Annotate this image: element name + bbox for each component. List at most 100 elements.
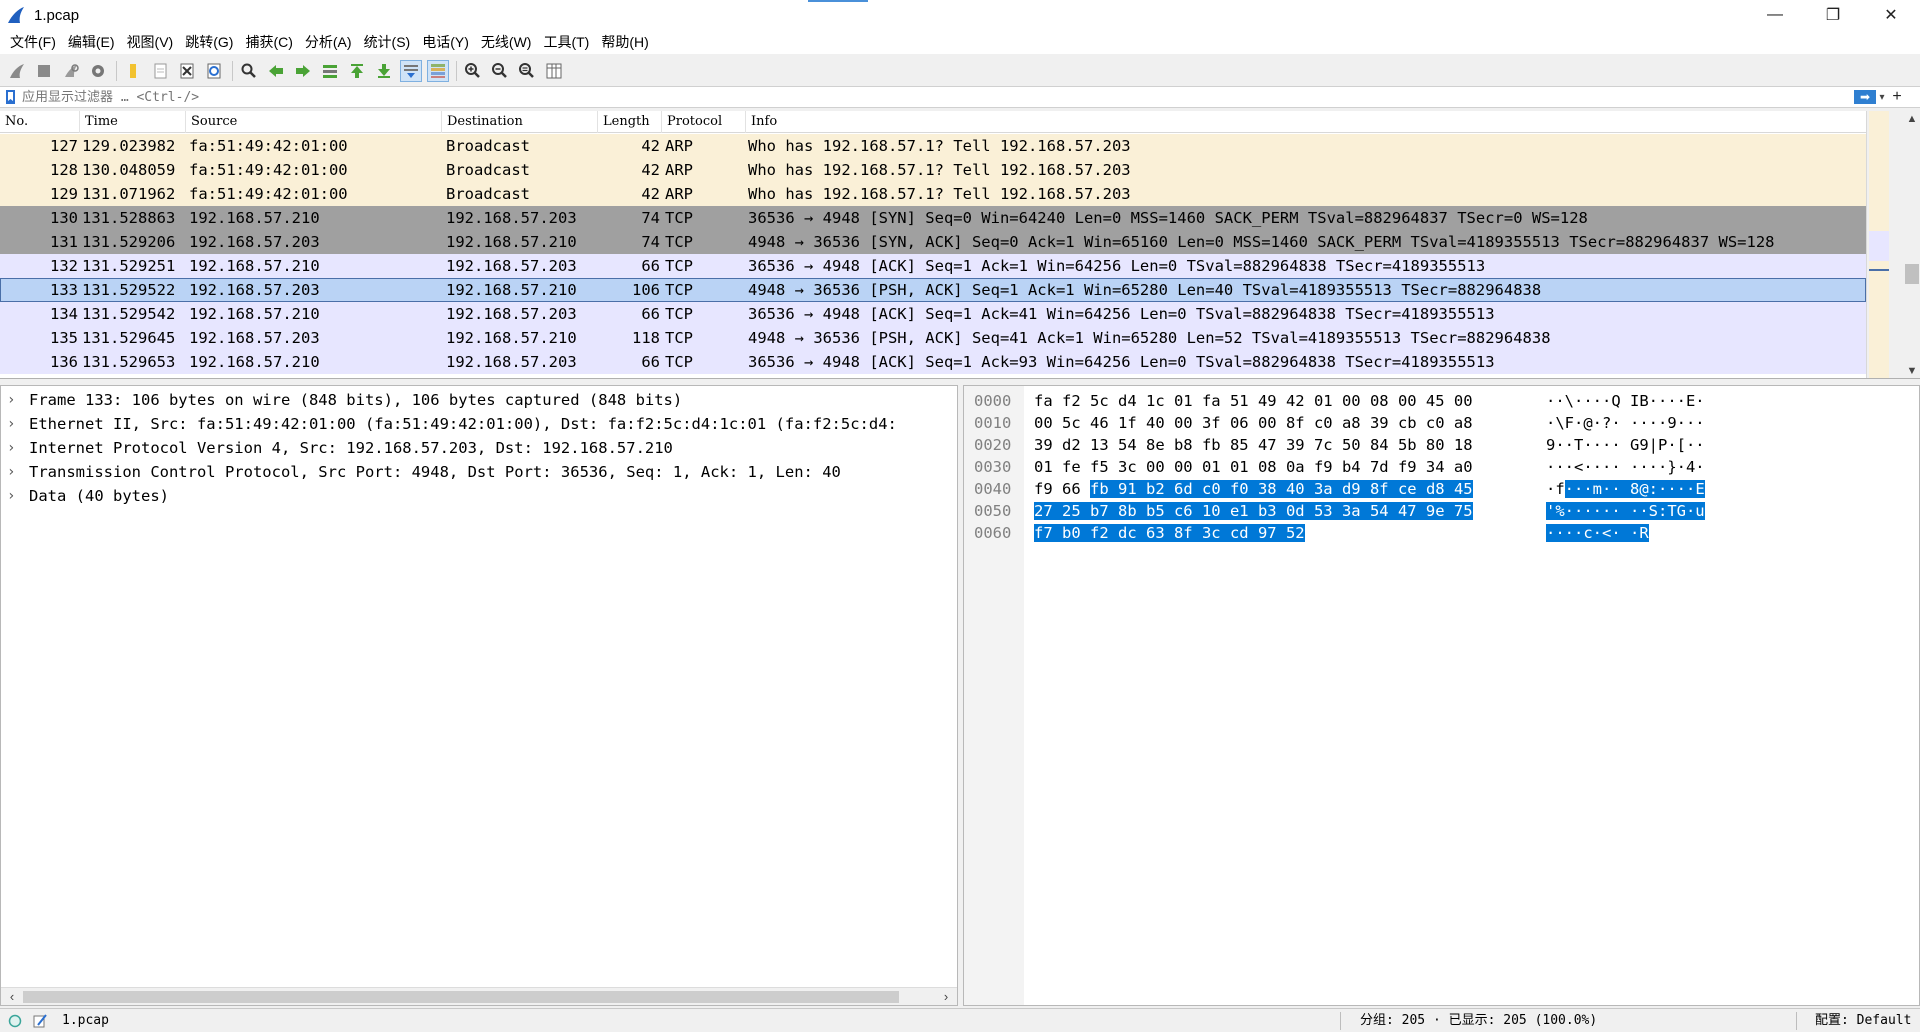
expand-chevron-icon[interactable]: › <box>7 460 15 484</box>
options-gear-icon[interactable] <box>87 60 109 82</box>
last-packet-icon[interactable] <box>373 60 395 82</box>
find-icon[interactable] <box>238 60 260 82</box>
packet-minimap[interactable] <box>1867 111 1903 379</box>
column-header-source[interactable]: Source <box>186 111 442 133</box>
back-arrow-icon[interactable] <box>265 60 287 82</box>
hex-bytes[interactable]: f7 b0 f2 dc 63 8f 3c cd 97 52 <box>1034 522 1305 544</box>
capture-comment-icon[interactable] <box>32 1013 48 1029</box>
goto-packet-icon[interactable] <box>319 60 341 82</box>
detail-tree-item[interactable]: › Internet Protocol Version 4, Src: 192.1… <box>1 436 957 460</box>
column-header-protocol[interactable]: Protocol <box>662 111 746 133</box>
file-icon[interactable] <box>149 60 171 82</box>
close-button[interactable]: ✕ <box>1862 0 1920 30</box>
zoom-out-icon[interactable] <box>489 60 511 82</box>
expand-chevron-icon[interactable]: › <box>7 484 15 508</box>
autoscroll-icon[interactable] <box>400 60 422 82</box>
stop-icon[interactable] <box>33 60 55 82</box>
restart-icon[interactable] <box>60 60 82 82</box>
packet-row[interactable]: 127 129.023982 fa:51:49:42:01:00 Broadcast 4… <box>0 134 1866 158</box>
ascii-bytes[interactable]: ·f···m·· 8@:····E <box>1546 478 1705 500</box>
zoom-reset-icon[interactable] <box>516 60 538 82</box>
packet-row[interactable]: 131 131.529206 192.168.57.203 192.168.57.21… <box>0 230 1866 254</box>
packet-list-scrollbar[interactable]: ▲ ▼ <box>1866 111 1920 379</box>
expert-info-icon[interactable] <box>8 1014 22 1028</box>
cell-source: fa:51:49:42:01:00 <box>189 185 348 203</box>
forward-arrow-icon[interactable] <box>292 60 314 82</box>
detail-tree-item[interactable]: › Frame 133: 106 bytes on wire (848 bits)… <box>1 388 957 412</box>
packet-row[interactable]: 129 131.071962 fa:51:49:42:01:00 Broadcast 4… <box>0 182 1866 206</box>
ascii-bytes[interactable]: '%······ ··S:TG·u <box>1546 500 1705 522</box>
colorize-icon[interactable] <box>427 60 449 82</box>
column-header-no[interactable]: No. <box>0 111 80 133</box>
cell-time: 130.048059 <box>82 161 176 179</box>
cell-protocol: ARP <box>665 185 693 203</box>
scroll-track[interactable] <box>1903 111 1920 378</box>
apply-filter-button[interactable]: ➡ <box>1854 90 1876 104</box>
scroll-left-arrow[interactable]: ‹ <box>3 988 21 1005</box>
status-profile[interactable]: 配置: Default <box>1815 1009 1911 1032</box>
close-file-icon[interactable] <box>176 60 198 82</box>
column-header-info[interactable]: Info <box>746 111 1866 133</box>
hex-bytes[interactable]: 39 d2 13 54 8e b8 fb 85 47 39 7c 50 84 5… <box>1034 434 1473 456</box>
filter-bookmark-icon[interactable] <box>4 89 18 105</box>
column-header-destination[interactable]: Destination <box>442 111 598 133</box>
packet-row[interactable]: 135 131.529645 192.168.57.203 192.168.57.21… <box>0 326 1866 350</box>
detail-tree-item[interactable]: › Ethernet II, Src: fa:51:49:42:01:00 (fa… <box>1 412 957 436</box>
open-folder-icon[interactable] <box>122 60 144 82</box>
menu-help[interactable]: 帮助(H) <box>595 30 654 54</box>
cell-destination: 192.168.57.210 <box>446 281 577 299</box>
detail-tree-label: Frame 133: 106 bytes on wire (848 bits),… <box>29 391 683 409</box>
menu-go[interactable]: 跳转(G) <box>179 30 239 54</box>
menu-statistics[interactable]: 统计(S) <box>358 30 417 54</box>
first-packet-icon[interactable] <box>346 60 368 82</box>
packet-row[interactable]: 136 131.529653 192.168.57.210 192.168.57.20… <box>0 350 1866 374</box>
menu-edit[interactable]: 编辑(E) <box>62 30 121 54</box>
ascii-bytes[interactable]: ···<···· ····}·4· <box>1546 456 1705 478</box>
display-filter-input[interactable] <box>22 88 1852 106</box>
minimize-button[interactable]: — <box>1746 0 1804 30</box>
add-filter-button[interactable]: + <box>1888 88 1906 106</box>
expand-chevron-icon[interactable]: › <box>7 436 15 460</box>
details-horizontal-scrollbar[interactable]: ‹ › <box>1 987 957 1005</box>
detail-tree-item[interactable]: › Data (40 bytes) <box>1 484 957 508</box>
scroll-right-arrow[interactable]: › <box>937 988 955 1005</box>
ascii-bytes[interactable]: ··\····Q IB····E· <box>1546 390 1705 412</box>
expand-chevron-icon[interactable]: › <box>7 388 15 412</box>
status-separator <box>1796 1012 1797 1030</box>
resize-columns-icon[interactable] <box>543 60 565 82</box>
scroll-thumb[interactable] <box>1905 264 1919 284</box>
restore-button[interactable]: ❐ <box>1804 0 1862 30</box>
packet-row[interactable]: 130 131.528863 192.168.57.210 192.168.57.20… <box>0 206 1866 230</box>
hex-bytes[interactable]: 01 fe f5 3c 00 00 01 01 08 0a f9 b4 7d f… <box>1034 456 1473 478</box>
details-scroll-thumb[interactable] <box>23 991 899 1003</box>
packet-row[interactable]: 133 131.529522 192.168.57.203 192.168.57.21… <box>0 278 1866 302</box>
ascii-bytes[interactable]: ····c·<· ·R <box>1546 522 1649 544</box>
column-header-time[interactable]: Time <box>80 111 186 133</box>
hex-bytes[interactable]: 27 25 b7 8b b5 c6 10 e1 b3 0d 53 3a 54 4… <box>1034 500 1473 522</box>
menu-view[interactable]: 视图(V) <box>121 30 180 54</box>
scroll-up-arrow[interactable]: ▲ <box>1903 113 1920 125</box>
shark-fin-start-icon[interactable] <box>6 60 28 82</box>
column-header-length[interactable]: Length <box>598 111 662 133</box>
menu-file[interactable]: 文件(F) <box>4 30 62 54</box>
ascii-bytes[interactable]: ·\F·@·?· ····9··· <box>1546 412 1705 434</box>
hex-bytes[interactable]: f9 66 fb 91 b2 6d c0 f0 38 40 3a d9 8f c… <box>1034 478 1473 500</box>
filter-history-dropdown[interactable]: ▾ <box>1876 92 1888 103</box>
cell-destination: 192.168.57.203 <box>446 209 577 227</box>
detail-tree-item[interactable]: › Transmission Control Protocol, Src Port… <box>1 460 957 484</box>
packet-row[interactable]: 128 130.048059 fa:51:49:42:01:00 Broadcast 4… <box>0 158 1866 182</box>
menu-telephony[interactable]: 电话(Y) <box>416 30 475 54</box>
expand-chevron-icon[interactable]: › <box>7 412 15 436</box>
packet-row[interactable]: 132 131.529251 192.168.57.210 192.168.57.20… <box>0 254 1866 278</box>
menu-analyze[interactable]: 分析(A) <box>299 30 358 54</box>
hex-bytes[interactable]: fa f2 5c d4 1c 01 fa 51 49 42 01 00 08 0… <box>1034 390 1473 412</box>
menu-tools[interactable]: 工具(T) <box>537 30 595 54</box>
reload-icon[interactable] <box>203 60 225 82</box>
hex-bytes[interactable]: 00 5c 46 1f 40 00 3f 06 00 8f c0 a8 39 c… <box>1034 412 1473 434</box>
ascii-bytes[interactable]: 9··T···· G9|P·[·· <box>1546 434 1705 456</box>
zoom-in-icon[interactable] <box>462 60 484 82</box>
scroll-down-arrow[interactable]: ▼ <box>1903 365 1920 377</box>
menu-capture[interactable]: 捕获(C) <box>239 30 298 54</box>
menu-wireless[interactable]: 无线(W) <box>475 30 538 54</box>
packet-row[interactable]: 134 131.529542 192.168.57.210 192.168.57.20… <box>0 302 1866 326</box>
